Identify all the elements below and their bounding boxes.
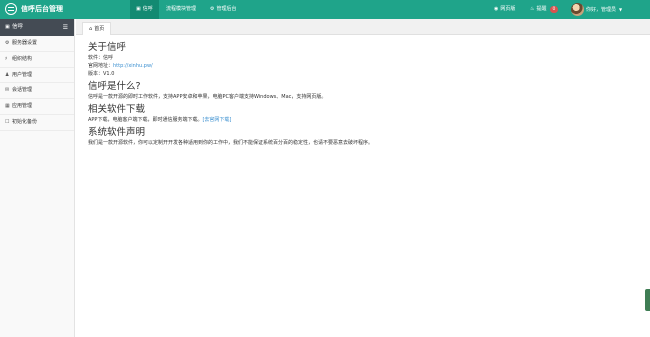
caret-down-icon: ▼ xyxy=(619,7,623,12)
nav-flow-modules[interactable]: 流程模块管理 xyxy=(160,0,202,19)
comment-icon: ▣ xyxy=(5,24,10,30)
website-line: 官网地址：http://xinhu.pw/ xyxy=(88,62,638,70)
sidebar-item-apps[interactable]: ▦ 应用管理 xyxy=(0,99,74,115)
statement-description: 我们是一款开源软件，你可以定制开开发各种适用到你的工作中，我们不能保证系统百分百… xyxy=(88,140,374,146)
sidebar-item-label: 应用管理 xyxy=(12,103,33,110)
nav-xinhu-label: 信呼 xyxy=(142,6,153,12)
bell-icon: ♨ xyxy=(530,6,535,12)
side-float-tab[interactable] xyxy=(645,289,650,311)
about-title: 关于信呼 xyxy=(88,42,127,53)
sidebar-item-label: 会话管理 xyxy=(12,87,33,94)
website-link[interactable]: http://xinhu.pw/ xyxy=(113,63,153,69)
related-line: APP下载，电脑客户端下载，即时通信服务端下载。[去官网下载] xyxy=(88,116,638,124)
sidebar-item-organization[interactable]: ♯ 组织结构 xyxy=(0,52,74,68)
sidebar-item-label: 初始化备份 xyxy=(12,118,38,125)
sidebar-item-label: 服务器设置 xyxy=(12,40,38,46)
bookmark-icon: ☐ xyxy=(5,118,10,125)
sidebar-item-label: 用户管理 xyxy=(12,71,33,78)
main-content: 关于信呼 软件：信呼 官网地址：http://xinhu.pw/ 版本：V1.0… xyxy=(88,42,638,147)
comments-icon: ✉ xyxy=(5,87,10,94)
chat-logo-icon xyxy=(5,3,17,15)
sidebar-item-server-settings[interactable]: ⚙ 服务器设置 xyxy=(0,36,74,52)
home-icon: ⌂ xyxy=(89,26,93,32)
related-title: 相关软件下载 xyxy=(88,104,146,115)
version-text: 版本：V1.0 xyxy=(88,71,115,77)
top-bar: 信呼后台管理 ▣ 信呼 流程模块管理 ⚙ 管理后台 ◉ 网页版 ♨ 提醒 0 你好，管理员… xyxy=(0,0,650,19)
sidebar-title: 信呼 xyxy=(12,24,24,30)
avatar[interactable] xyxy=(571,3,584,16)
tab-bar: ⌂ 首页 xyxy=(76,19,650,35)
user-name: 你好，管理员 xyxy=(586,7,617,13)
user-icon: ♟ xyxy=(5,71,10,78)
statement-title: 系统软件声明 xyxy=(88,127,146,138)
sidebar-item-backup[interactable]: ☐ 初始化备份 xyxy=(0,115,74,131)
menu-toggle-icon[interactable]: ☰ xyxy=(63,19,68,36)
what-description: 信呼是一款开源的即时工作软件，支持APP安卓和苹果，电脑PC客户端支持Windo… xyxy=(88,94,327,100)
reminder-label: 提醒 xyxy=(536,6,547,12)
web-version-link[interactable]: ◉ 网页版 xyxy=(494,0,515,19)
sidebar-header: ▣ 信呼 ☰ xyxy=(0,19,74,36)
sitemap-icon: ♯ xyxy=(5,55,8,62)
download-link[interactable]: [去官网下载] xyxy=(202,117,231,123)
user-menu[interactable]: 你好，管理员 ▼ xyxy=(586,0,622,19)
nav-xinhu[interactable]: ▣ 信呼 xyxy=(130,0,159,19)
website-label: 官网地址： xyxy=(88,63,114,69)
sidebar-item-label: 组织结构 xyxy=(12,55,33,62)
apps-icon: ▦ xyxy=(5,103,10,110)
sidebar-item-sessions[interactable]: ✉ 会话管理 xyxy=(0,83,74,100)
tab-home[interactable]: ⌂ 首页 xyxy=(82,22,112,35)
what-title: 信呼是什么? xyxy=(88,81,141,92)
app-title: 信呼后台管理 xyxy=(21,5,63,13)
related-description: APP下载，电脑客户端下载，即时通信服务端下载。 xyxy=(88,117,203,123)
comment-icon: ▣ xyxy=(136,6,141,12)
sidebar: ▣ 信呼 ☰ ⚙ 服务器设置 ♯ 组织结构 ♟ 用户管理 ✉ 会话管理 ▦ 应用管理 ☐ 初始… xyxy=(0,19,75,337)
nav-flow-modules-label: 流程模块管理 xyxy=(166,6,197,12)
sidebar-item-users[interactable]: ♟ 用户管理 xyxy=(0,68,74,84)
globe-icon: ◉ xyxy=(494,6,499,12)
reminder-count-badge: 0 xyxy=(549,6,559,13)
nav-admin[interactable]: ⚙ 管理后台 xyxy=(204,0,243,19)
reminder-button[interactable]: ♨ 提醒 0 xyxy=(530,0,559,19)
web-version-label: 网页版 xyxy=(500,6,516,12)
gear-icon: ⚙ xyxy=(210,6,215,12)
gear-icon: ⚙ xyxy=(5,40,10,46)
software-name: 软件：信呼 xyxy=(88,55,114,61)
tab-home-label: 首页 xyxy=(94,26,105,32)
nav-admin-label: 管理后台 xyxy=(216,6,237,12)
